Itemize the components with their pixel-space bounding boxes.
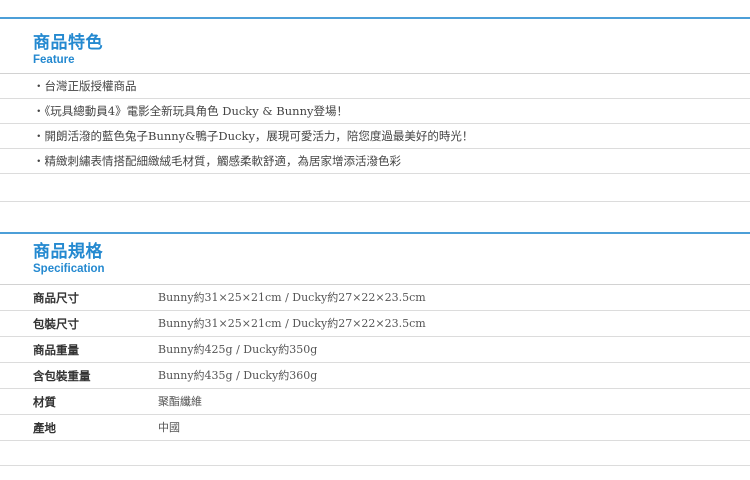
spec-row: 商品尺寸 Bunny約31×25×21cm / Ducky約27×22×23.5… [0, 285, 750, 311]
feature-item-text: ‧台灣正版授權商品 [33, 79, 137, 93]
feature-item: ‧《玩具總動員4》電影全新玩具角色 Ducky & Bunny登場！ [0, 99, 750, 124]
spec-label: 商品尺寸 [33, 291, 79, 305]
spec-label: 產地 [33, 421, 56, 435]
spec-value: Bunny約31×25×21cm / Ducky約27×22×23.5cm [158, 291, 426, 304]
spec-label: 商品重量 [33, 343, 79, 357]
spec-row: 含包裝重量 Bunny約435g / Ducky約360g [0, 363, 750, 389]
spec-title: 商品規格 [33, 242, 103, 262]
spec-label: 含包裝重量 [33, 369, 91, 383]
feature-item-text: ‧開朗活潑的藍色兔子Bunny&鴨子Ducky，展現可愛活力，陪您度過最美好的時… [33, 129, 474, 143]
spec-row: 材質 聚酯纖維 [0, 389, 750, 415]
feature-subtitle: Feature [33, 54, 75, 66]
feature-item: ‧台灣正版授權商品 [0, 74, 750, 99]
feature-item: ‧開朗活潑的藍色兔子Bunny&鴨子Ducky，展現可愛活力，陪您度過最美好的時… [0, 124, 750, 149]
feature-item-text: ‧精緻刺繡表情搭配細緻絨毛材質，觸感柔軟舒適，為居家增添活潑色彩 [33, 154, 401, 168]
feature-item-text: ‧《玩具總動員4》電影全新玩具角色 Ducky & Bunny登場！ [33, 104, 348, 118]
spec-label: 材質 [33, 395, 56, 409]
spec-label: 包裝尺寸 [33, 317, 79, 331]
spec-value: 聚酯纖維 [158, 395, 202, 408]
spec-empty-row [0, 441, 750, 466]
spec-value: 中國 [158, 421, 180, 434]
spec-value: Bunny約435g / Ducky約360g [158, 369, 318, 382]
spec-row: 包裝尺寸 Bunny約31×25×21cm / Ducky約27×22×23.5… [0, 311, 750, 337]
feature-empty-row [0, 174, 750, 202]
spec-value: Bunny約425g / Ducky約350g [158, 343, 318, 356]
spec-row: 商品重量 Bunny約425g / Ducky約350g [0, 337, 750, 363]
spec-top-rule [0, 232, 750, 234]
spec-subtitle: Specification [33, 263, 105, 275]
feature-top-rule [0, 17, 750, 19]
spec-row: 產地 中國 [0, 415, 750, 441]
feature-title: 商品特色 [33, 33, 103, 53]
feature-item: ‧精緻刺繡表情搭配細緻絨毛材質，觸感柔軟舒適，為居家增添活潑色彩 [0, 149, 750, 174]
spec-value: Bunny約31×25×21cm / Ducky約27×22×23.5cm [158, 317, 426, 330]
